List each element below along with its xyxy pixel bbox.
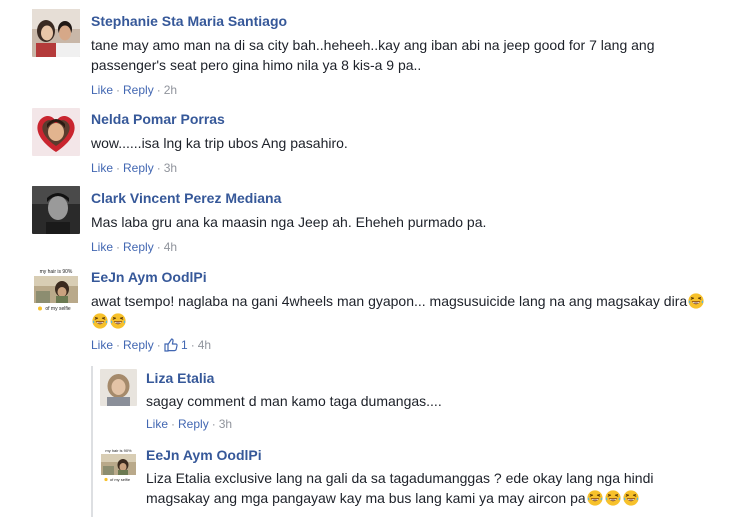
reply-button[interactable]: Reply bbox=[123, 161, 154, 175]
laughing-tears-emoji-icon bbox=[623, 490, 639, 506]
separator-dot: · bbox=[156, 338, 161, 352]
separator-dot: · bbox=[156, 83, 161, 97]
comment-actions: Like · Reply · 3h bbox=[91, 160, 731, 176]
reply-author[interactable]: Liza Etalia bbox=[146, 369, 736, 387]
comment-text: awat tsempo! naglaba na gani 4wheels man… bbox=[91, 291, 731, 331]
comment-time[interactable]: 2h bbox=[164, 83, 177, 97]
reply-thread-line bbox=[91, 366, 93, 517]
reply-actions: Like · Reply · 3h bbox=[146, 416, 736, 432]
separator-dot: · bbox=[156, 161, 161, 175]
like-button[interactable]: Like bbox=[91, 338, 113, 352]
separator-dot: · bbox=[116, 83, 121, 97]
reply-text: Liza Etalia exclusive lang na gali da sa… bbox=[146, 468, 676, 508]
comment-actions: Like · Reply · 1 · 4h bbox=[91, 337, 750, 356]
reply-button[interactable]: Reply bbox=[123, 240, 154, 254]
reply-time[interactable]: 3h bbox=[219, 417, 232, 431]
comment-text: tane may amo man na di sa city bah..hehe… bbox=[91, 37, 655, 73]
comment-time[interactable]: 3h bbox=[164, 161, 177, 175]
laughing-tears-emoji-icon bbox=[110, 313, 126, 329]
comment-author[interactable]: Stephanie Sta Maria Santiago bbox=[91, 12, 731, 30]
laughing-tears-emoji-icon bbox=[688, 293, 704, 309]
comment-author[interactable]: EeJn Aym OodlPi bbox=[91, 268, 750, 286]
laughing-tears-emoji-icon bbox=[605, 490, 621, 506]
comment-text: wow......isa lng ka trip ubos Ang pasahi… bbox=[91, 135, 348, 151]
avatar-meme-photo-icon: my hair is 90% of my selfie bbox=[100, 446, 137, 483]
avatar-woman-photo-icon bbox=[100, 369, 137, 406]
avatar[interactable] bbox=[32, 186, 80, 234]
avatar-heart-frame-photo-icon bbox=[32, 108, 80, 156]
comment-author[interactable]: Clark Vincent Perez Mediana bbox=[91, 189, 731, 207]
avatar-caption-top: my hair is 90% bbox=[105, 448, 132, 453]
avatar[interactable]: my hair is 90% of my selfie bbox=[100, 446, 137, 483]
like-count[interactable]: 1 bbox=[181, 338, 188, 352]
separator-dot: · bbox=[171, 417, 176, 431]
laughing-tears-emoji-icon bbox=[587, 490, 603, 506]
like-button[interactable]: Like bbox=[91, 240, 113, 254]
separator-dot: · bbox=[116, 240, 121, 254]
avatar-couple-photo-icon bbox=[32, 9, 80, 57]
comment-text: Mas laba gru ana ka maasin nga Jeep ah. … bbox=[91, 214, 487, 230]
avatar-caption-top: my hair is 90% bbox=[40, 269, 73, 275]
separator-dot: · bbox=[116, 161, 121, 175]
reply-text: sagay comment d man kamo taga dumangas..… bbox=[146, 393, 442, 409]
comment-time[interactable]: 4h bbox=[164, 240, 177, 254]
avatar[interactable]: my hair is 90% of my selfie bbox=[32, 265, 80, 313]
avatar[interactable] bbox=[32, 9, 80, 57]
reply-author[interactable]: EeJn Aym OodlPi bbox=[146, 446, 736, 464]
comment-time[interactable]: 4h bbox=[198, 338, 211, 352]
avatar-grayscale-photo-icon bbox=[32, 186, 80, 234]
avatar-meme-photo-icon: my hair is 90% of my selfie bbox=[32, 265, 80, 313]
thumbs-up-icon bbox=[164, 338, 178, 352]
avatar[interactable] bbox=[32, 108, 80, 156]
separator-dot: · bbox=[116, 338, 121, 352]
comment-text-content: awat tsempo! naglaba na gani 4wheels man… bbox=[91, 293, 688, 309]
avatar[interactable] bbox=[100, 369, 137, 406]
like-button[interactable]: Like bbox=[91, 161, 113, 175]
separator-dot: · bbox=[156, 240, 161, 254]
reply-button[interactable]: Reply bbox=[178, 417, 209, 431]
laughing-tears-emoji-icon bbox=[92, 313, 108, 329]
like-count-badge[interactable] bbox=[164, 338, 178, 356]
comment-author[interactable]: Nelda Pomar Porras bbox=[91, 110, 731, 128]
reply-button[interactable]: Reply bbox=[123, 83, 154, 97]
avatar-caption-bottom: of my selfie bbox=[110, 477, 131, 482]
like-button[interactable]: Like bbox=[146, 417, 168, 431]
reply-button[interactable]: Reply bbox=[123, 338, 154, 352]
comment-actions: Like · Reply · 4h bbox=[91, 239, 731, 255]
avatar-caption-bottom: of my selfie bbox=[45, 306, 71, 312]
comment-actions: Like · Reply · 2h bbox=[91, 82, 731, 98]
separator-dot: · bbox=[190, 338, 195, 352]
separator-dot: · bbox=[211, 417, 216, 431]
reply-text-content: Liza Etalia exclusive lang na gali da sa… bbox=[146, 470, 654, 506]
like-button[interactable]: Like bbox=[91, 83, 113, 97]
